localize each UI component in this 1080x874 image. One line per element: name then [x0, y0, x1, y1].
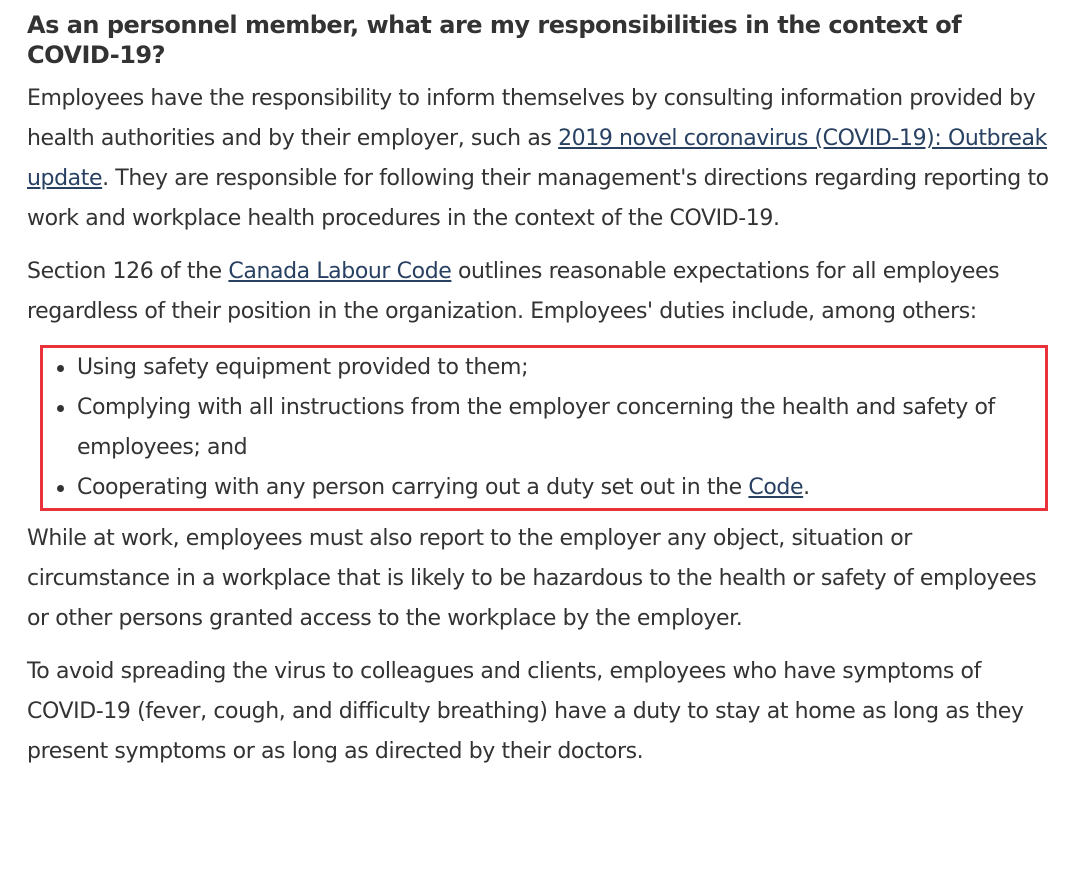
code-link[interactable]: Code	[748, 475, 803, 500]
responsibility-paragraph: Employees have the responsibility to inf…	[27, 79, 1052, 239]
list-item-text: Complying with all instructions from the…	[77, 395, 995, 460]
article: As an personnel member, what are my resp…	[0, 0, 1080, 772]
bullet-icon	[57, 485, 64, 492]
list-item: Using safety equipment provided to them;	[51, 348, 1035, 388]
bullet-icon	[57, 365, 64, 372]
hazard-report-paragraph: While at work, employees must also repor…	[27, 526, 1037, 631]
canada-labour-code-link[interactable]: Canada Labour Code	[228, 259, 451, 284]
duties-list: Using safety equipment provided to them;…	[43, 348, 1045, 508]
list-item-text: Using safety equipment provided to them;	[77, 355, 529, 380]
list-item-text: Cooperating with any person carrying out…	[77, 475, 749, 500]
list-item: Cooperating with any person carrying out…	[51, 468, 1035, 508]
page-title: As an personnel member, what are my resp…	[27, 11, 962, 69]
stay-home-paragraph: To avoid spreading the virus to colleagu…	[27, 659, 1024, 764]
highlighted-duties-box: Using safety equipment provided to them;…	[40, 345, 1048, 511]
list-item-text: .	[803, 475, 810, 500]
paragraph-text: Section 126 of the	[27, 259, 229, 284]
bullet-icon	[57, 405, 64, 412]
labour-code-paragraph: Section 126 of the Canada Labour Code ou…	[27, 252, 1052, 332]
paragraph-text: . They are responsible for following the…	[27, 166, 1049, 231]
list-item: Complying with all instructions from the…	[51, 388, 1035, 468]
